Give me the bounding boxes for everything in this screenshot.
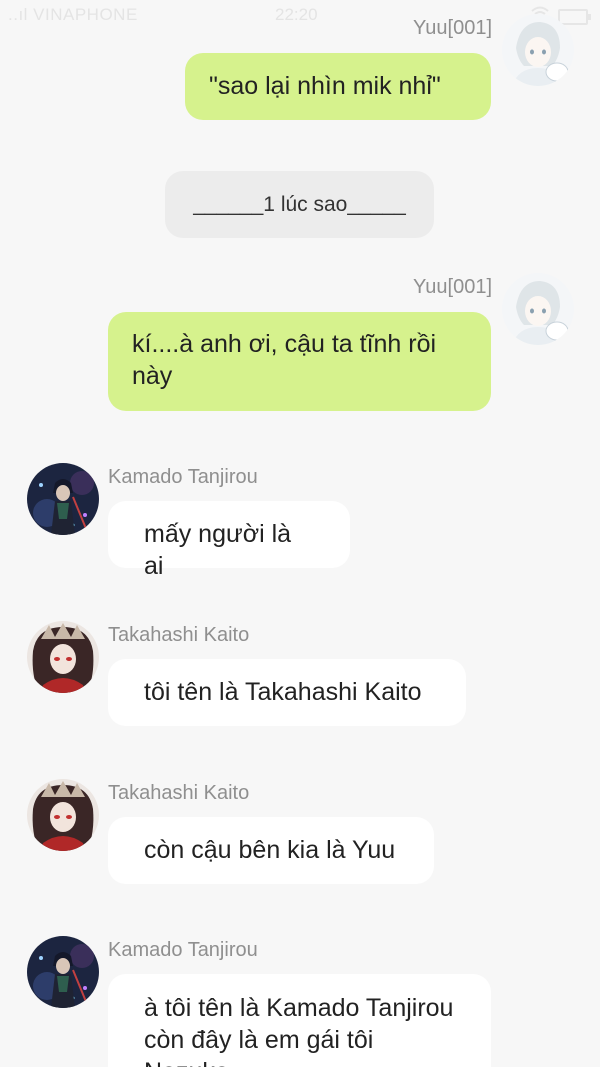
clock: 22:20 bbox=[275, 5, 318, 24]
sender-name: Yuu[001] bbox=[413, 17, 492, 39]
yuu-avatar[interactable] bbox=[502, 273, 574, 345]
message-text: mấy người là ai bbox=[144, 520, 292, 580]
sender-name: Takahashi Kaito bbox=[108, 782, 250, 804]
message-text: còn cậu bên kia là Yuu bbox=[144, 836, 396, 864]
sender-name: Kamado Tanjirou bbox=[108, 939, 258, 961]
message-bubble[interactable]: còn cậu bên kia là Yuu bbox=[108, 817, 434, 884]
sender-name: Kamado Tanjirou bbox=[108, 466, 258, 488]
message-bubble[interactable]: à tôi tên là Kamado Tanjirou còn đây là … bbox=[108, 974, 491, 1067]
battery-icon bbox=[558, 8, 591, 25]
message-bubble[interactable]: "sao lại nhìn mik nhỉ" bbox=[185, 53, 491, 120]
kaito-avatar[interactable] bbox=[27, 621, 99, 693]
message-text: "sao lại nhìn mik nhỉ" bbox=[209, 72, 441, 100]
message-bubble[interactable]: mấy người là ai bbox=[108, 501, 350, 580]
tanjirou-avatar[interactable] bbox=[27, 936, 99, 1008]
system-message-text: ______1 lúc sao_____ bbox=[193, 193, 406, 216]
system-message: ______1 lúc sao_____ bbox=[165, 171, 434, 238]
yuu-avatar[interactable] bbox=[502, 14, 574, 86]
message-text: à tôi tên là Kamado Tanjirou còn đây là … bbox=[144, 994, 454, 1067]
sender-name: Takahashi Kaito bbox=[108, 624, 250, 646]
tanjirou-avatar[interactable] bbox=[27, 463, 99, 535]
kaito-avatar[interactable] bbox=[27, 779, 99, 851]
sender-name: Yuu[001] bbox=[413, 276, 492, 298]
message-text: kí....à anh ơi, cậu ta tĩnh rồi này bbox=[132, 330, 437, 390]
carrier-label: ..ıl VINAPHONE bbox=[8, 5, 138, 24]
message-bubble[interactable]: tôi tên là Takahashi Kaito bbox=[108, 659, 466, 726]
message-text: tôi tên là Takahashi Kaito bbox=[144, 678, 422, 706]
message-bubble[interactable]: kí....à anh ơi, cậu ta tĩnh rồi này bbox=[108, 312, 491, 411]
